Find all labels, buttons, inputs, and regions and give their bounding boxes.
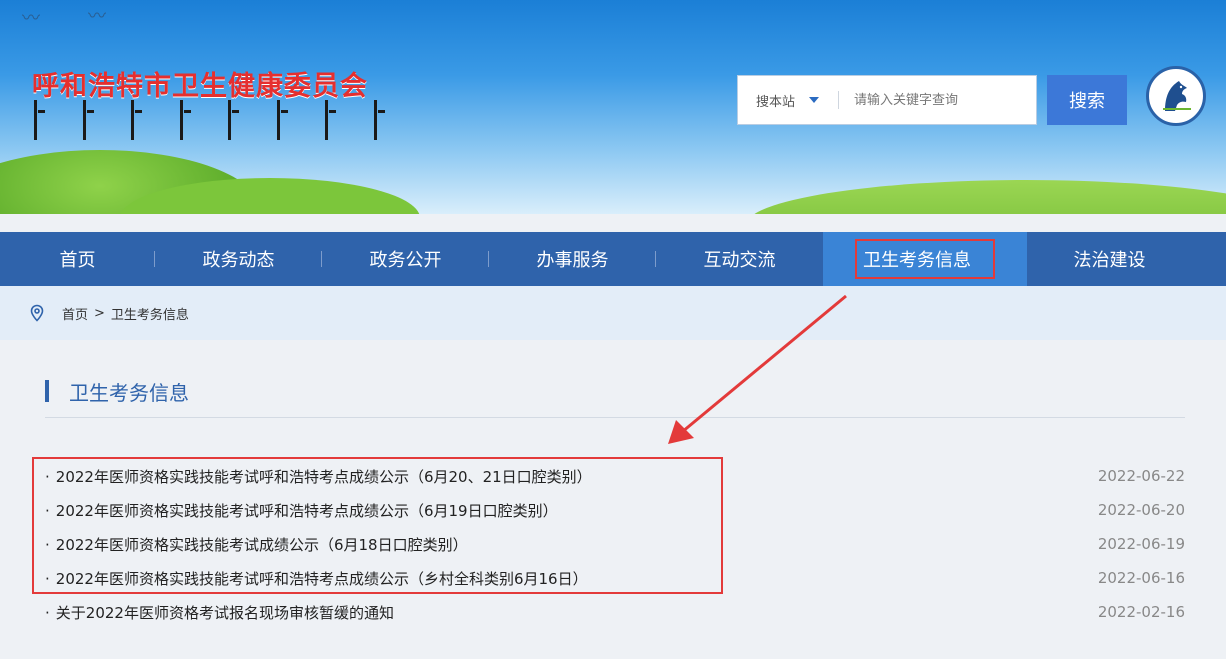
breadcrumb-separator: >: [94, 305, 105, 321]
nav-item-label: 卫生考务信息: [863, 250, 971, 271]
breadcrumb-home[interactable]: 首页: [62, 304, 88, 323]
article-title[interactable]: 关于2022年医师资格考试报名现场审核暂缓的通知: [45, 602, 394, 623]
search-scope-label: 搜本站: [756, 94, 796, 110]
location-pin-icon: [30, 304, 44, 322]
chevron-down-icon: [809, 97, 820, 103]
nav-item-label: 首页: [59, 250, 96, 271]
search-button[interactable]: 搜索: [1047, 75, 1127, 125]
nav-item-home[interactable]: 首页: [0, 232, 155, 286]
site-title[interactable]: 呼和浩特市卫生健康委员会: [32, 64, 368, 103]
nav-item-label: 政务动态: [202, 250, 275, 271]
divider: [45, 417, 1185, 418]
mongolian-script-logo: [34, 100, 385, 144]
highlight-box: [32, 457, 723, 594]
article-date: 2022-06-20: [1097, 501, 1185, 519]
nav-item-label: 政务公开: [369, 250, 442, 271]
nav-item-label: 互动交流: [703, 250, 776, 271]
breadcrumb-current[interactable]: 卫生考务信息: [111, 304, 189, 323]
list-item[interactable]: 关于2022年医师资格考试报名现场审核暂缓的通知 2022-02-16: [45, 595, 1185, 629]
main-nav: 首页 政务动态 政务公开 办事服务 互动交流 卫生考务信息 法治建设: [0, 232, 1226, 286]
highlight-box: 卫生考务信息: [855, 239, 995, 279]
horse-icon: [1163, 81, 1191, 111]
nav-item-rule-of-law[interactable]: 法治建设: [1027, 232, 1192, 286]
bird-icon: 〰: [22, 8, 40, 29]
hill-decoration: [746, 180, 1226, 214]
section-bar: [45, 380, 49, 402]
search-scope-select[interactable]: 搜本站: [738, 76, 838, 124]
article-date: 2022-06-22: [1097, 467, 1185, 485]
breadcrumb: 首页 > 卫生考务信息: [0, 286, 1226, 340]
article-date: 2022-06-19: [1097, 535, 1185, 553]
nav-item-health-exam-info[interactable]: 卫生考务信息: [823, 232, 1027, 286]
nav-item-interaction[interactable]: 互动交流: [656, 232, 823, 286]
nav-item-label: 法治建设: [1073, 250, 1146, 271]
bird-icon: 〰: [88, 6, 106, 27]
search-box: 搜本站: [737, 75, 1037, 125]
nav-item-government-news[interactable]: 政务动态: [155, 232, 322, 286]
article-date: 2022-06-16: [1097, 569, 1185, 587]
horse-emblem-icon[interactable]: [1146, 66, 1206, 126]
nav-item-government-affairs[interactable]: 政务公开: [322, 232, 489, 286]
article-date: 2022-02-16: [1097, 603, 1185, 621]
nav-item-label: 办事服务: [536, 250, 609, 271]
nav-item-services[interactable]: 办事服务: [489, 232, 656, 286]
section-header: 卫生考务信息: [45, 378, 189, 405]
section-title: 卫生考务信息: [69, 380, 189, 405]
search-input[interactable]: [839, 76, 1036, 124]
